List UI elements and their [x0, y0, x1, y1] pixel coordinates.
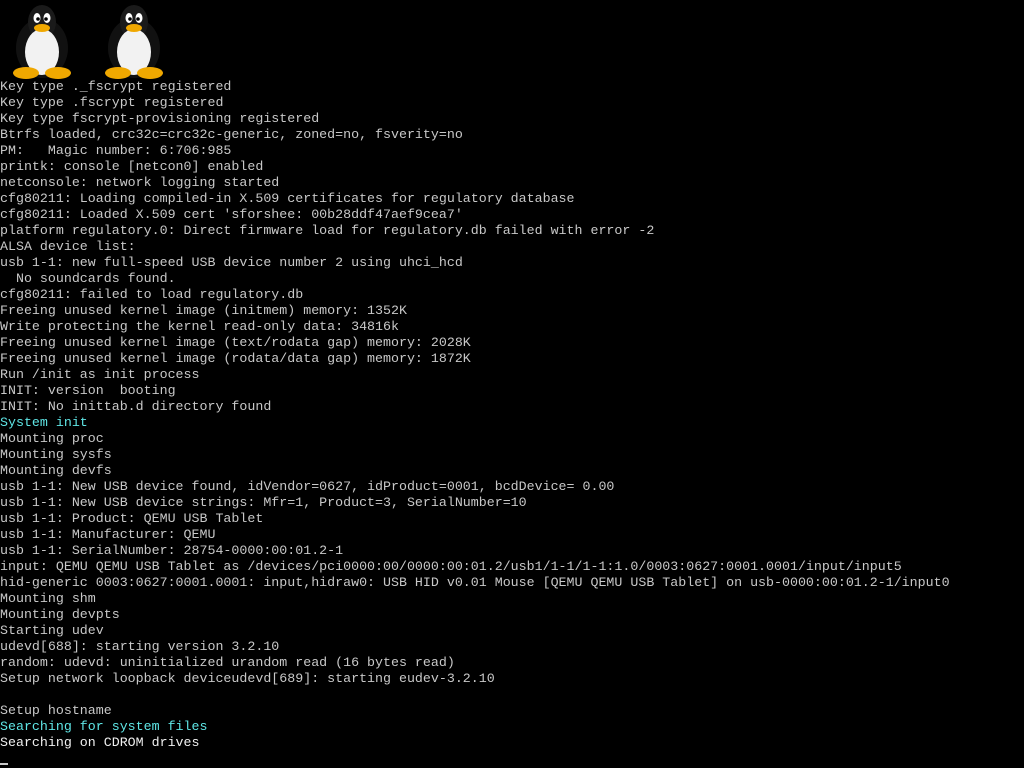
- tux-penguin-icon: [105, 5, 163, 79]
- console-line: ALSA device list:: [0, 239, 136, 254]
- console-line: usb 1-1: Manufacturer: QEMU: [0, 527, 216, 542]
- console-line: usb 1-1: New USB device found, idVendor=…: [0, 479, 615, 494]
- console-line: No soundcards found.: [0, 271, 176, 286]
- console-line: System init: [0, 415, 88, 430]
- console-line: Mounting proc: [0, 431, 104, 446]
- boot-logo-row: [6, 2, 186, 80]
- console-line: usb 1-1: Product: QEMU USB Tablet: [0, 511, 264, 526]
- console-line: Key type fscrypt-provisioning registered: [0, 111, 320, 126]
- console-line: Key type .fscrypt registered: [0, 95, 224, 110]
- console-line: INIT: No inittab.d directory found: [0, 399, 272, 414]
- console-line: Mounting devpts: [0, 607, 120, 622]
- console-line: Mounting devfs: [0, 463, 112, 478]
- text-cursor: [0, 763, 8, 765]
- console-line: random: udevd: uninitialized urandom rea…: [0, 655, 455, 670]
- console-line: usb 1-1: new full-speed USB device numbe…: [0, 255, 463, 270]
- console-line: udevd[688]: starting version 3.2.10: [0, 639, 280, 654]
- console-line: Setup hostname: [0, 703, 112, 718]
- console-line: Mounting sysfs: [0, 447, 112, 462]
- console-line: PM: Magic number: 6:706:985: [0, 143, 232, 158]
- console-line: Key type ._fscrypt registered: [0, 79, 232, 94]
- console-line: cfg80211: Loaded X.509 cert 'sforshee: 0…: [0, 207, 463, 222]
- console-line: printk: console [netcon0] enabled: [0, 159, 264, 174]
- tux-penguin-icon: [13, 5, 71, 79]
- console-line: Starting udev: [0, 623, 104, 638]
- console-line: Searching for system files: [0, 719, 208, 734]
- console-line: input: QEMU QEMU USB Tablet as /devices/…: [0, 559, 902, 574]
- console-line: Btrfs loaded, crc32c=crc32c-generic, zon…: [0, 127, 463, 142]
- console-line: Searching on CDROM drives: [0, 735, 200, 750]
- console-line: Freeing unused kernel image (text/rodata…: [0, 335, 471, 350]
- console-line: platform regulatory.0: Direct firmware l…: [0, 223, 655, 238]
- console-output: Key type ._fscrypt registered Key type .f…: [0, 79, 1024, 751]
- console-line: Mounting shm: [0, 591, 96, 606]
- console-line: hid-generic 0003:0627:0001.0001: input,h…: [0, 575, 950, 590]
- console-line: Write protecting the kernel read-only da…: [0, 319, 399, 334]
- console-line: INIT: version booting: [0, 383, 176, 398]
- console-line: Freeing unused kernel image (initmem) me…: [0, 303, 407, 318]
- boot-console-screen: Key type ._fscrypt registered Key type .f…: [0, 0, 1024, 768]
- console-line: usb 1-1: New USB device strings: Mfr=1, …: [0, 495, 527, 510]
- console-line: cfg80211: Loading compiled-in X.509 cert…: [0, 191, 575, 206]
- console-line: Freeing unused kernel image (rodata/data…: [0, 351, 471, 366]
- console-line: usb 1-1: SerialNumber: 28754-0000:00:01.…: [0, 543, 344, 558]
- console-line: Setup network loopback deviceudevd[689]:…: [0, 671, 495, 686]
- console-line: Run /init as init process: [0, 367, 200, 382]
- console-line: cfg80211: failed to load regulatory.db: [0, 287, 304, 302]
- console-line: netconsole: network logging started: [0, 175, 280, 190]
